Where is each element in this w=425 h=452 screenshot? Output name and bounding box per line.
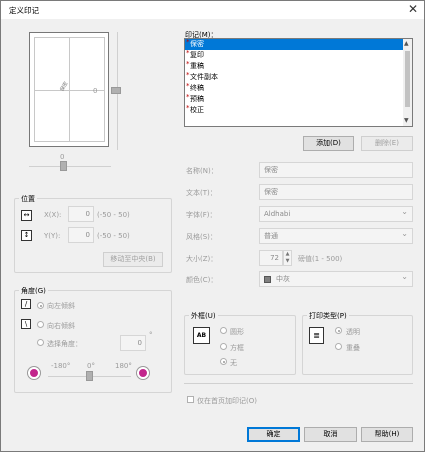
color-select[interactable]: 中灰: [259, 270, 413, 287]
frame-none-label: 无: [230, 359, 237, 367]
add-button[interactable]: 添加(D): [303, 136, 354, 151]
scroll-down-icon[interactable]: ▼: [404, 117, 409, 124]
font-label: 字体(F)：: [186, 211, 217, 219]
y-input[interactable]: 0: [68, 227, 94, 243]
divider: [184, 383, 413, 384]
print-overlay-label: 重叠: [346, 344, 360, 352]
position-header: 位置: [19, 194, 37, 204]
horizontal-position-slider[interactable]: [29, 161, 111, 173]
move-to-center-button[interactable]: 移动至中央(B): [103, 252, 163, 267]
size-label: 大小(Z)：: [186, 255, 218, 263]
tilt-left-label: 向左倾斜: [47, 302, 75, 310]
angle-mid: 0°: [87, 362, 95, 370]
print-overlay-radio[interactable]: [335, 343, 342, 350]
delete-button[interactable]: 删除(E): [361, 136, 413, 151]
frame-none-radio[interactable]: [220, 358, 227, 365]
help-button[interactable]: 帮助(H): [361, 427, 413, 442]
font-select[interactable]: Aldhabi: [259, 205, 413, 222]
list-item[interactable]: * 预稿: [185, 93, 412, 105]
angle-max: 180°: [115, 362, 132, 370]
stamps-list[interactable]: * 保密 * 复印 * 重稿 * 文件副本 * 终稿 * 预稿 * 校正 ▲ ▼: [184, 38, 413, 127]
x-label: X(X):: [44, 211, 62, 219]
vertical-position-slider[interactable]: [111, 32, 125, 150]
frame-square-label: 方框: [230, 344, 244, 352]
dialog-title: 定义印记: [9, 6, 39, 15]
list-item[interactable]: * 保密: [185, 38, 412, 50]
print-type-preview-icon: ≣: [309, 327, 324, 344]
x-input[interactable]: 0: [68, 206, 94, 222]
vslider-value: 0: [93, 87, 98, 95]
cancel-button[interactable]: 取消: [304, 427, 357, 442]
angle-min: -180°: [51, 362, 71, 370]
list-item[interactable]: * 重稿: [185, 60, 412, 72]
tilt-right-radio[interactable]: [37, 321, 44, 328]
degree-symbol: °: [149, 331, 153, 339]
angle-header: 角度(G): [19, 286, 48, 296]
ok-button[interactable]: 确定: [247, 427, 300, 442]
y-label: Y(Y):: [44, 232, 61, 240]
vertical-arrows-icon: ↕: [21, 230, 32, 241]
name-input[interactable]: 保密: [259, 162, 413, 178]
frame-square-radio[interactable]: [220, 343, 227, 350]
frame-circle-radio[interactable]: [220, 327, 227, 334]
frame-header: 外框(U): [189, 311, 218, 321]
tilt-left-icon: /: [21, 299, 31, 309]
color-label: 颜色(C)：: [186, 276, 218, 284]
hslider-value: 0: [60, 153, 65, 161]
text-input[interactable]: 保密: [259, 184, 413, 200]
list-item[interactable]: * 终稿: [185, 82, 412, 94]
list-item[interactable]: * 文件副本: [185, 71, 412, 83]
style-select[interactable]: 普通: [259, 227, 413, 244]
horizontal-arrows-icon: ↔: [21, 210, 32, 221]
print-transparent-radio[interactable]: [335, 327, 342, 334]
frame-circle-label: 圆形: [230, 328, 244, 336]
style-label: 风格(S)：: [186, 233, 217, 241]
first-page-only-checkbox[interactable]: [187, 396, 194, 403]
close-icon[interactable]: ✕: [408, 2, 418, 16]
tilt-right-label: 向右倾斜: [47, 322, 75, 330]
size-range: 磅值(1 - 500): [298, 255, 343, 263]
select-angle-label: 选择角度：: [47, 340, 82, 348]
angle-slider-thumb[interactable]: [86, 371, 93, 381]
list-item[interactable]: * 复印: [185, 49, 412, 61]
list-item[interactable]: * 校正: [185, 104, 412, 116]
rotate-left-icon: [28, 367, 40, 379]
list-scrollbar[interactable]: ▲ ▼: [403, 39, 412, 126]
angle-slider[interactable]: [48, 371, 131, 383]
first-page-only-label: 仅在首页加印记(O): [197, 397, 257, 405]
frame-preview-icon: AB: [193, 327, 210, 344]
color-swatch: [264, 276, 271, 283]
text-label: 文本(T)：: [186, 189, 217, 197]
scroll-up-icon[interactable]: ▲: [404, 40, 409, 47]
tilt-left-radio[interactable]: [37, 302, 44, 309]
angle-input[interactable]: 0: [120, 335, 146, 351]
tilt-right-icon: \: [21, 319, 31, 329]
define-watermark-dialog: 定义印记 ✕ 保密 0 0 位置 ↔ X(X): 0 (-50 - 50) ↕ …: [0, 0, 425, 452]
rotate-right-icon: [137, 367, 149, 379]
print-transparent-label: 透明: [346, 328, 360, 336]
title-bar: 定义印记 ✕: [1, 1, 424, 19]
size-input[interactable]: 72: [259, 250, 283, 266]
hslider-thumb[interactable]: [60, 161, 67, 171]
x-range: (-50 - 50): [97, 211, 130, 219]
print-type-header: 打印类型(P): [307, 311, 349, 321]
size-spinner[interactable]: ▲ ▼: [283, 250, 292, 266]
vslider-thumb[interactable]: [111, 87, 121, 94]
name-label: 名称(N)：: [186, 167, 218, 175]
select-angle-radio[interactable]: [37, 339, 44, 346]
y-range: (-50 - 50): [97, 232, 130, 240]
